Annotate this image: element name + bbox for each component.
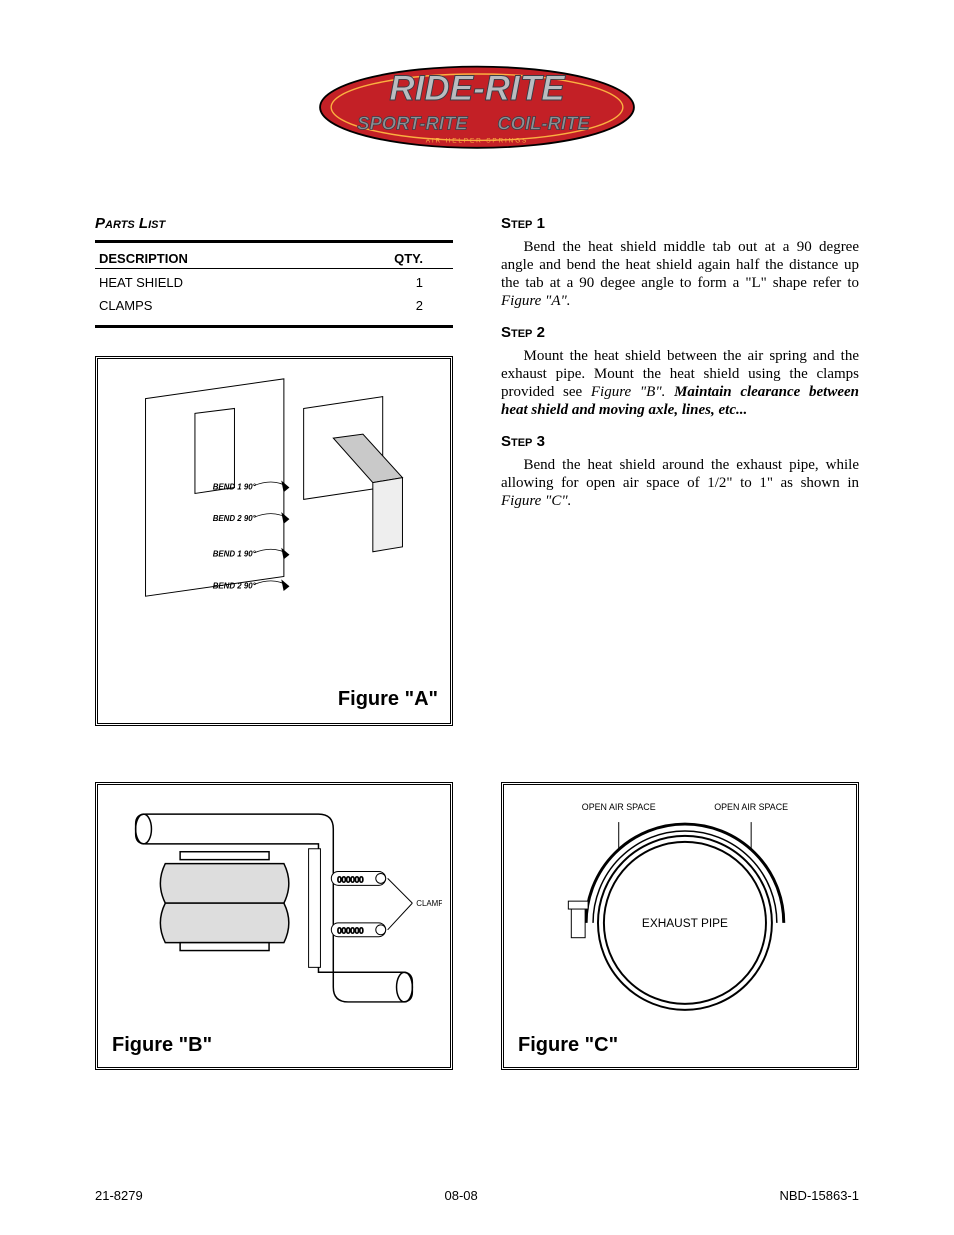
logo-line1: RIDE-RITE — [389, 69, 566, 108]
step-2-body: Mount the heat shield between the air sp… — [501, 347, 859, 419]
clamps-label: CLAMPS — [416, 899, 442, 908]
bend-label: BEND 2 90° — [213, 581, 257, 590]
step-1-body: Bend the heat shield middle tab out at a… — [501, 238, 859, 310]
figure-a-svg: BEND 1 90° BEND 2 90° BEND 1 90° BEND 2 … — [106, 367, 442, 697]
cell: 2 — [312, 292, 453, 315]
footer-left: 21-8279 — [95, 1188, 143, 1203]
table-row: CLAMPS 2 — [95, 292, 453, 315]
svg-text:000000: 000000 — [337, 927, 364, 936]
text: Bend the heat shield middle tab out at a… — [501, 239, 859, 291]
figure-c-svg: OPEN AIR SPACE OPEN AIR SPACE EXHAUST PI… — [512, 793, 848, 1033]
airspace-label: OPEN AIR SPACE — [714, 802, 788, 812]
figure-c: OPEN AIR SPACE OPEN AIR SPACE EXHAUST PI… — [501, 782, 859, 1070]
page-footer: 21-8279 08-08 NBD-15863-1 — [95, 1188, 859, 1203]
figure-b: 000000 000000 CLAMPS Figure "B" — [95, 782, 453, 1070]
exhaust-label: EXHAUST PIPE — [642, 916, 728, 930]
step-3-title: Step 3 — [501, 433, 859, 450]
table-row: HEAT SHIELD 1 — [95, 269, 453, 292]
svg-text:000000: 000000 — [337, 875, 364, 884]
parts-table: DESCRIPTION QTY. HEAT SHIELD 1 CLAMPS 2 — [95, 243, 453, 315]
logo-line2-right: COIL-RITE — [497, 112, 590, 133]
svg-text:OPEN AIR SPACE: OPEN AIR SPACE — [714, 802, 788, 812]
text: Bend the heat shield around the exhaust … — [501, 457, 859, 491]
airspace-label: OPEN AIR SPACE — [582, 802, 656, 812]
step-3-body: Bend the heat shield around the exhaust … — [501, 456, 859, 510]
parts-list-title: Parts List — [95, 215, 453, 232]
cell: CLAMPS — [95, 292, 312, 315]
figure-c-caption: Figure "C" — [518, 1034, 618, 1057]
logo-svg: RIDE-RITE SPORT-RITE COIL-RITE AIR HELPE… — [297, 50, 657, 170]
bend-label: BEND 2 90° — [213, 514, 257, 523]
figure-b-caption: Figure "B" — [112, 1034, 212, 1057]
bend-label: BEND 1 90° — [213, 550, 257, 559]
svg-text:OPEN AIR SPACE: OPEN AIR SPACE — [582, 802, 656, 812]
bend-label: BEND 1 90° — [213, 483, 257, 492]
header-logo: RIDE-RITE SPORT-RITE COIL-RITE AIR HELPE… — [95, 50, 859, 175]
footer-right: NBD-15863-1 — [780, 1188, 860, 1203]
th-description: DESCRIPTION — [95, 243, 312, 268]
figure-b-svg: 000000 000000 CLAMPS — [106, 793, 442, 1033]
footer-center: 08-08 — [444, 1188, 477, 1203]
rule — [95, 325, 453, 328]
logo-tagline: AIR HELPER SPRINGS — [426, 137, 528, 144]
cell: HEAT SHIELD — [95, 269, 312, 292]
text-italic: Figure "A". — [501, 293, 571, 309]
step-2-title: Step 2 — [501, 324, 859, 341]
step-1-title: Step 1 — [501, 215, 859, 232]
th-qty: QTY. — [312, 243, 453, 268]
text-italic: Figure "B". — [591, 384, 674, 400]
cell: 1 — [312, 269, 453, 292]
figure-a-caption: Figure "A" — [338, 688, 438, 711]
figure-a: BEND 1 90° BEND 2 90° BEND 1 90° BEND 2 … — [95, 356, 453, 726]
logo-line2-left: SPORT-RITE — [357, 112, 468, 133]
text-italic: Figure "C". — [501, 493, 571, 509]
